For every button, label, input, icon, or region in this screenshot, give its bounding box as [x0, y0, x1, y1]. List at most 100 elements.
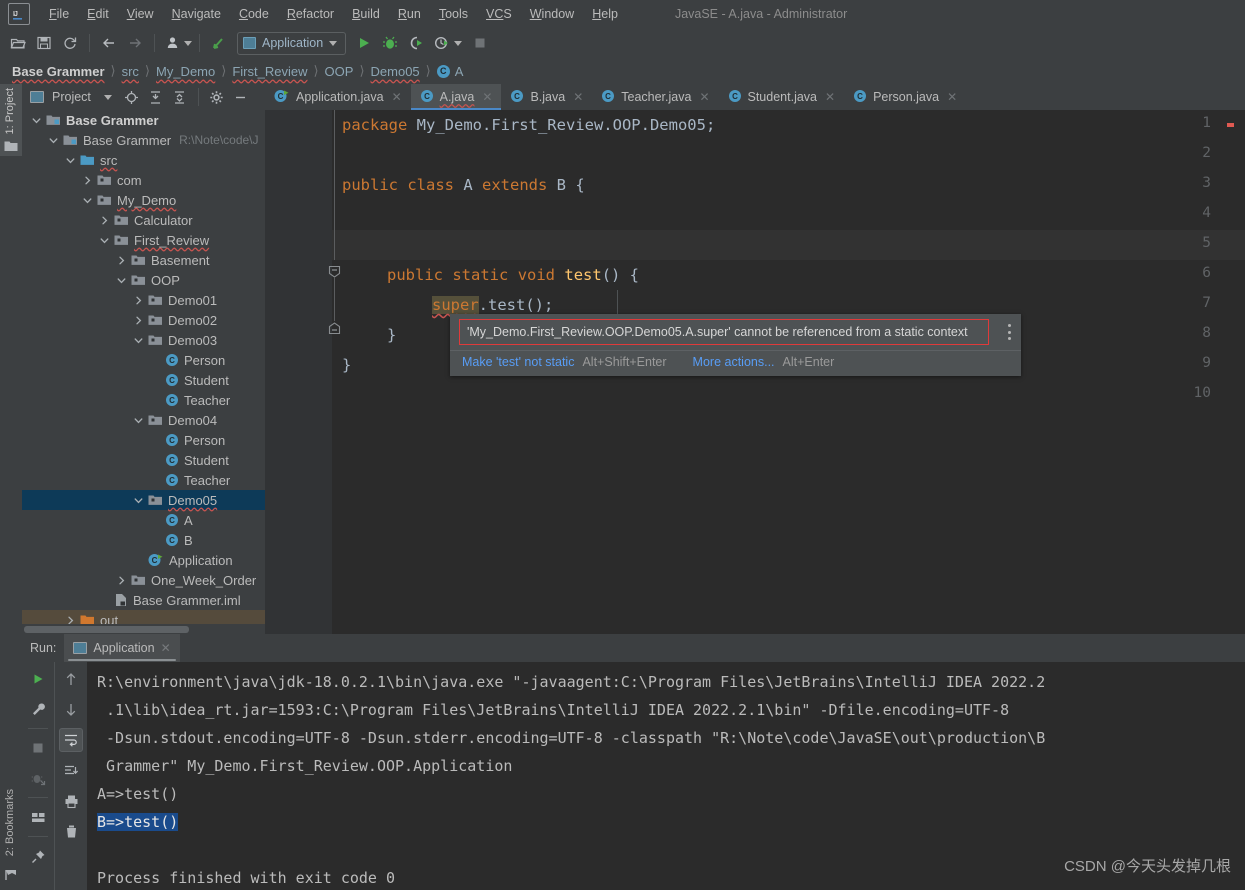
close-icon[interactable]: ✕ [482, 90, 492, 104]
print-icon[interactable] [60, 790, 82, 812]
scroll-to-end-icon[interactable] [60, 760, 82, 782]
make-test-not-static-action[interactable]: Make 'test' not static [462, 355, 574, 369]
editor-tab-b-java[interactable]: C B.java ✕ [501, 84, 592, 110]
project-tree[interactable]: Base Grammer Base Grammer R:\Note\code\J sr… [22, 110, 265, 630]
user-profile-icon[interactable] [162, 31, 186, 55]
sidebar-item-bookmarks-label[interactable]: 2: Bookmarks [4, 789, 16, 856]
profiler-caret-icon[interactable] [454, 40, 463, 46]
editor-gutter[interactable] [265, 110, 332, 634]
menu-run[interactable]: Run [389, 5, 430, 23]
tree-item-application[interactable]: C Application [22, 550, 265, 570]
tree-item-base-grammer-iml[interactable]: Base Grammer.iml [22, 590, 265, 610]
save-icon[interactable] [32, 31, 56, 55]
error-stripe-marker[interactable] [1227, 123, 1234, 127]
chevron-down-icon[interactable] [47, 134, 59, 146]
sync-icon[interactable] [58, 31, 82, 55]
tree-item-teacher[interactable]: C Teacher [22, 390, 265, 410]
chevron-down-icon[interactable] [98, 234, 110, 246]
tree-item-a[interactable]: CA [22, 510, 265, 530]
hide-panel-icon[interactable] [230, 86, 252, 108]
breadcrumb-item-2[interactable]: My_Demo [156, 64, 215, 79]
rerun-icon[interactable] [27, 668, 49, 690]
soft-wrap-icon[interactable] [59, 728, 83, 752]
chevron-right-icon[interactable] [132, 314, 144, 326]
chevron-down-icon[interactable] [132, 494, 144, 506]
chevron-right-icon[interactable] [81, 174, 93, 186]
editor-tab-a-java[interactable]: C A.java ✕ [410, 84, 502, 110]
fold-collapse-icon[interactable] [328, 264, 341, 278]
menu-tools[interactable]: Tools [430, 5, 477, 23]
chevron-down-icon[interactable] [64, 154, 76, 166]
open-folder-icon[interactable] [6, 31, 30, 55]
chevron-right-icon[interactable] [132, 294, 144, 306]
wrench-settings-icon[interactable] [27, 698, 49, 720]
tree-item-my-demo[interactable]: My_Demo [22, 190, 265, 210]
tree-item-demo01[interactable]: Demo01 [22, 290, 265, 310]
chevron-down-icon[interactable] [115, 274, 127, 286]
tree-item-basement[interactable]: Basement [22, 250, 265, 270]
menu-window[interactable]: Window [521, 5, 583, 23]
run-icon[interactable] [352, 31, 376, 55]
menu-code[interactable]: Code [230, 5, 278, 23]
close-icon[interactable]: ✕ [392, 90, 402, 104]
close-icon[interactable]: ✕ [161, 641, 171, 655]
run-configuration-selector[interactable]: Application [237, 31, 347, 55]
tree-item-teacher[interactable]: C Teacher [22, 470, 265, 490]
tree-item-first-review[interactable]: First_Review [22, 230, 265, 250]
error-tooltip-popup[interactable]: 'My_Demo.First_Review.OOP.Demo05.A.super… [450, 314, 1021, 376]
tree-item-src[interactable]: src [22, 150, 265, 170]
menu-view[interactable]: View [118, 5, 163, 23]
menu-help[interactable]: Help [583, 5, 627, 23]
down-arrow-icon[interactable] [60, 698, 82, 720]
tree-item-base-grammer[interactable]: Base Grammer [22, 110, 265, 130]
up-arrow-icon[interactable] [60, 668, 82, 690]
tree-item-demo02[interactable]: Demo02 [22, 310, 265, 330]
tree-item-com[interactable]: com [22, 170, 265, 190]
dropdown-caret-icon[interactable] [97, 86, 119, 108]
project-tree-hscrollbar[interactable] [22, 624, 265, 634]
fold-end-icon[interactable] [328, 321, 341, 335]
more-options-icon[interactable] [1007, 324, 1011, 340]
run-tab-application[interactable]: Application ✕ [64, 634, 180, 662]
tree-item-calculator[interactable]: Calculator [22, 210, 265, 230]
close-process-icon[interactable] [27, 767, 49, 789]
debug-icon[interactable] [378, 31, 402, 55]
breadcrumb-item-4[interactable]: OOP [325, 64, 354, 79]
back-arrow-icon[interactable] [97, 31, 121, 55]
tree-item-student[interactable]: C Student [22, 370, 265, 390]
collapse-all-icon[interactable] [169, 86, 191, 108]
stop-icon[interactable] [27, 737, 49, 759]
forward-arrow-icon[interactable] [123, 31, 147, 55]
locate-target-icon[interactable] [121, 86, 143, 108]
stop-icon[interactable] [468, 31, 492, 55]
close-icon[interactable]: ✕ [699, 90, 709, 104]
tree-item-demo05[interactable]: Demo05 [22, 490, 265, 510]
tree-item-one-week-order[interactable]: One_Week_Order [22, 570, 265, 590]
menu-file[interactable]: File [40, 5, 78, 23]
tree-item-person[interactable]: C Person [22, 430, 265, 450]
chevron-down-icon[interactable] [132, 334, 144, 346]
more-actions-link[interactable]: More actions... [693, 355, 775, 369]
trash-icon[interactable] [60, 820, 82, 842]
layout-icon[interactable] [27, 806, 49, 828]
profile-caret-icon[interactable] [184, 40, 192, 46]
menu-vcs[interactable]: VCS [477, 5, 521, 23]
expand-all-icon[interactable] [145, 86, 167, 108]
tree-item-base-grammer[interactable]: Base Grammer R:\Note\code\J [22, 130, 265, 150]
editor-tab-bar[interactable]: C Application.java ✕ C A.java ✕ C B.java ✕ C Teach… [265, 84, 1245, 110]
code-editor[interactable]: 1 2 3 4 5 6 7 8 9 10 package My_Demo.Fir… [265, 110, 1245, 634]
breadcrumb-item-5[interactable]: Demo05 [371, 64, 420, 79]
tree-item-demo03[interactable]: Demo03 [22, 330, 265, 350]
editor-tab-student-java[interactable]: C Student.java ✕ [719, 84, 845, 110]
scrollbar-thumb[interactable] [24, 626, 189, 633]
editor-tab-teacher-java[interactable]: C Teacher.java ✕ [592, 84, 718, 110]
tree-item-person[interactable]: C Person [22, 350, 265, 370]
menu-navigate[interactable]: Navigate [163, 5, 230, 23]
tree-item-oop[interactable]: OOP [22, 270, 265, 290]
close-icon[interactable]: ✕ [573, 90, 583, 104]
chevron-down-icon[interactable] [132, 414, 144, 426]
pin-tab-icon[interactable] [27, 845, 49, 867]
tree-item-demo04[interactable]: Demo04 [22, 410, 265, 430]
run-with-coverage-icon[interactable] [404, 31, 428, 55]
close-icon[interactable]: ✕ [825, 90, 835, 104]
